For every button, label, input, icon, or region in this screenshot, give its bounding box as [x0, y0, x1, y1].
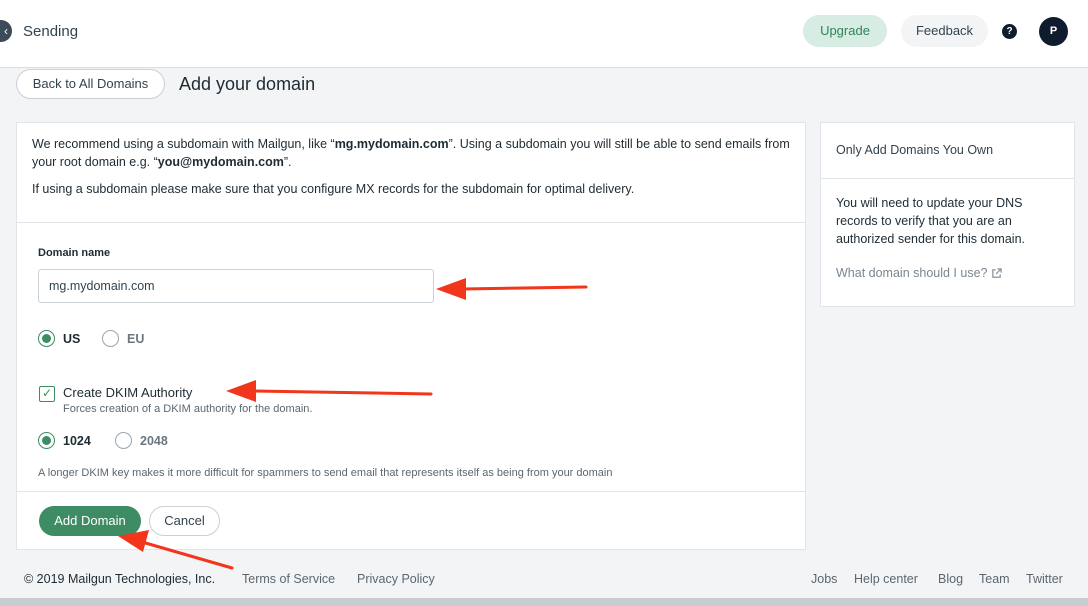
team-link[interactable]: Team: [979, 572, 1010, 586]
check-icon: ✓: [41, 386, 53, 400]
external-link-icon: [992, 267, 1003, 278]
radio-selected-icon[interactable]: [38, 432, 55, 449]
intro-text: We recommend using a subdomain with Mail…: [17, 123, 805, 223]
info-panel: Only Add Domains You Own You will need t…: [820, 122, 1075, 307]
form-actions: Add Domain Cancel: [17, 491, 805, 549]
example-email: you@mydomain.com: [157, 155, 284, 169]
dkim-checkbox[interactable]: ✓: [39, 386, 55, 402]
domain-help-link-label[interactable]: What domain should I use?: [836, 264, 987, 282]
intro-paragraph-2: If using a subdomain please make sure th…: [32, 182, 635, 196]
dkim-label: Create DKIM Authority: [63, 385, 193, 400]
bottom-strip: [0, 598, 1088, 606]
key-label: 2048: [140, 433, 168, 448]
terms-link[interactable]: Terms of Service: [242, 572, 335, 586]
copyright: © 2019 Mailgun Technologies, Inc.: [24, 572, 216, 586]
region-option-eu[interactable]: EU: [102, 330, 144, 347]
sidebar-collapse-button[interactable]: ‹: [0, 20, 12, 42]
radio-unselected-icon[interactable]: [102, 330, 119, 347]
top-bar: ‹ Sending Upgrade Feedback ? P: [0, 0, 1088, 68]
privacy-link[interactable]: Privacy Policy: [357, 572, 435, 586]
help-icon[interactable]: ?: [1002, 24, 1017, 39]
intro-paragraph-1: We recommend using a subdomain with Mail…: [32, 135, 790, 171]
intro-text-part: We recommend using a subdomain with Mail…: [32, 137, 335, 151]
twitter-link[interactable]: Twitter: [1026, 572, 1063, 586]
add-domain-card: We recommend using a subdomain with Mail…: [16, 122, 806, 550]
key-label: 1024: [63, 433, 91, 448]
key-option-1024[interactable]: 1024: [38, 432, 91, 449]
footer: © 2019 Mailgun Technologies, Inc. Terms …: [0, 570, 1088, 590]
example-subdomain: mg.mydomain.com: [334, 137, 449, 151]
cancel-button[interactable]: Cancel: [149, 506, 220, 536]
avatar[interactable]: P: [1039, 17, 1068, 46]
region-label: US: [63, 331, 81, 346]
back-to-domains-button[interactable]: Back to All Domains: [16, 69, 165, 99]
blog-link[interactable]: Blog: [938, 572, 963, 586]
page-title: Add your domain: [179, 74, 316, 94]
domain-help-link[interactable]: What domain should I use?: [836, 264, 1059, 282]
feedback-button[interactable]: Feedback: [901, 15, 988, 47]
dkim-key-note: A longer DKIM key makes it more difficul…: [38, 467, 613, 479]
dkim-help-text: Forces creation of a DKIM authority for …: [63, 403, 313, 415]
region-option-us[interactable]: US: [38, 330, 80, 347]
section-title: Sending: [23, 23, 79, 40]
radio-unselected-icon[interactable]: [115, 432, 132, 449]
help-center-link[interactable]: Help center: [854, 572, 918, 586]
domain-name-input[interactable]: [38, 269, 434, 303]
key-option-2048[interactable]: 2048: [115, 432, 168, 449]
domain-name-label: Domain name: [38, 247, 111, 259]
info-panel-title: Only Add Domains You Own: [821, 123, 1074, 179]
info-panel-body: You will need to update your DNS records…: [821, 179, 1074, 282]
intro-text-part: ”.: [283, 155, 292, 169]
radio-selected-icon[interactable]: [38, 330, 55, 347]
add-domain-button[interactable]: Add Domain: [39, 506, 141, 536]
info-panel-text: You will need to update your DNS records…: [836, 196, 1025, 246]
jobs-link[interactable]: Jobs: [811, 572, 837, 586]
upgrade-button[interactable]: Upgrade: [803, 15, 887, 47]
region-label: EU: [127, 331, 145, 346]
